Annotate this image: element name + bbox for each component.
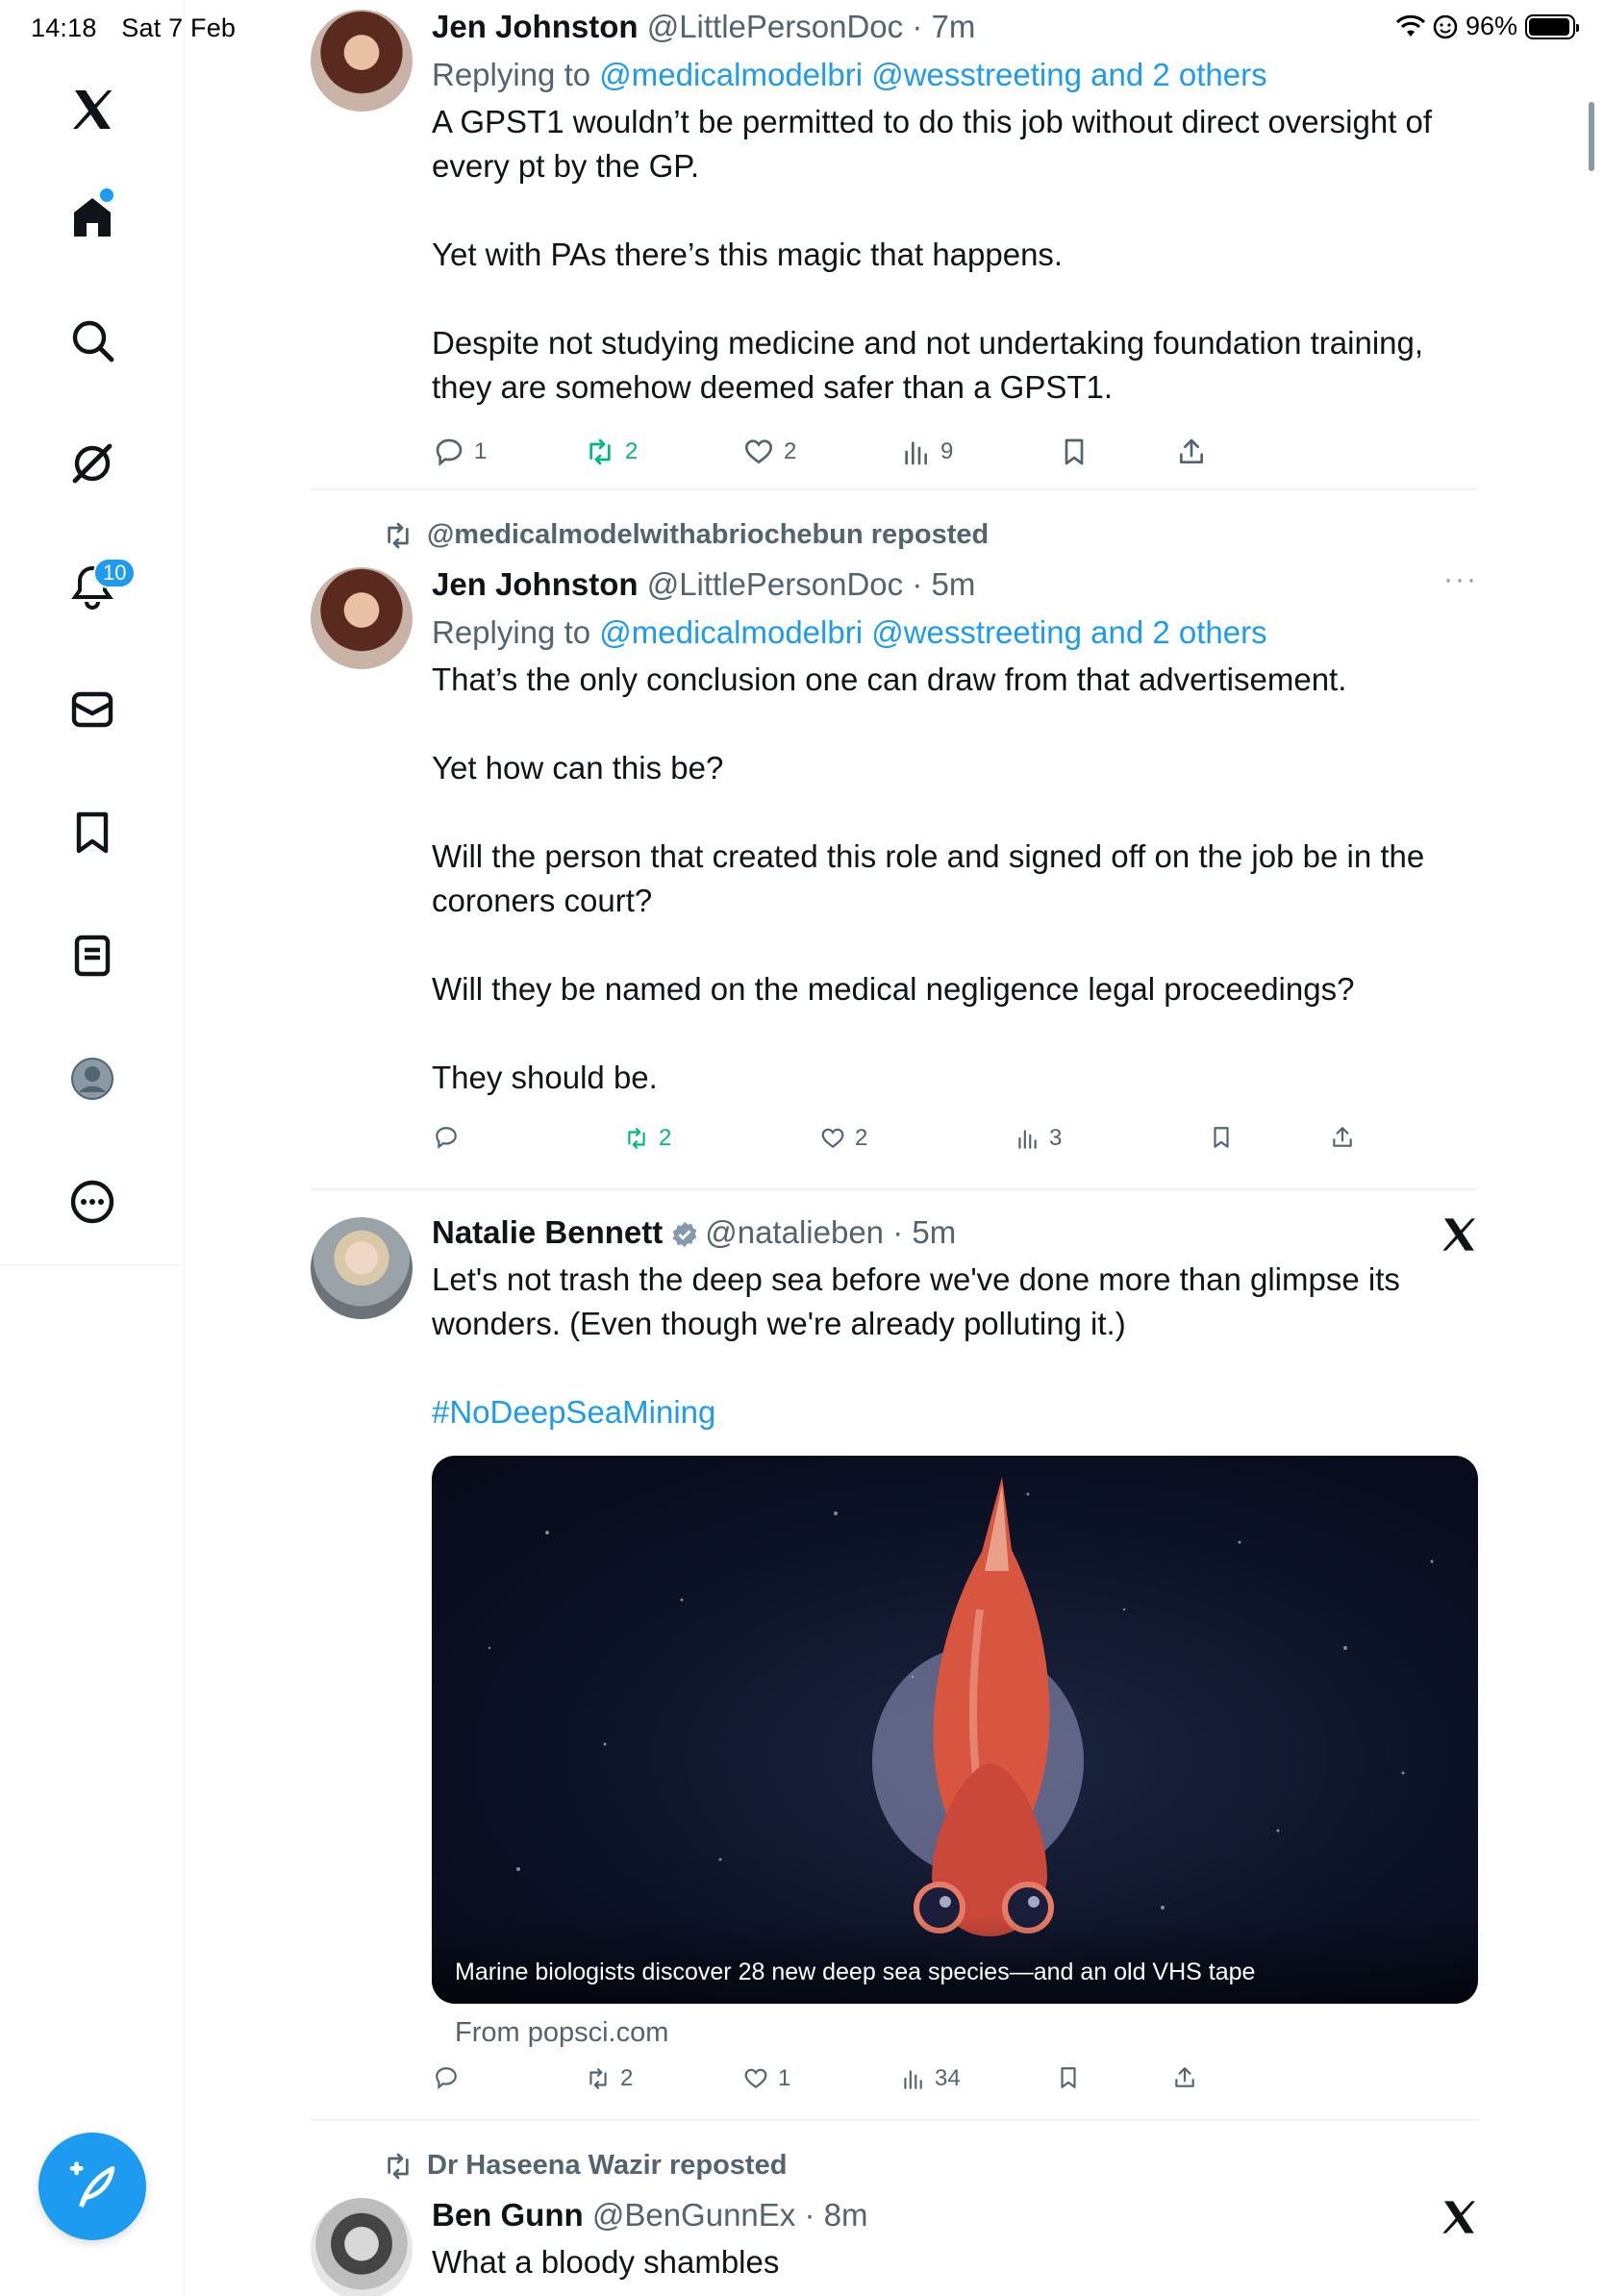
replying-to: Replying to @medicalmodelbri @wesstreeti… (432, 614, 1267, 650)
reply-icon (436, 438, 463, 466)
reply-button[interactable] (434, 2065, 459, 2090)
more-icon[interactable] (63, 1173, 121, 1231)
repost-button[interactable]: 2 (624, 1125, 671, 1152)
reply-icon (436, 2067, 457, 2090)
tweet-divider (311, 2119, 1478, 2121)
tweet[interactable]: Jen Johnston @LittlePersonDoc · 7m Reply… (311, 8, 1478, 469)
repost-button[interactable]: 2 (586, 2065, 633, 2092)
heart-icon (744, 439, 773, 464)
bookmark-button[interactable] (1056, 2065, 1081, 2090)
verified-badge-icon (672, 1222, 697, 1248)
tweet-header: Ben Gunn @BenGunnEx · 8m (432, 2197, 868, 2233)
author-name[interactable]: Natalie Bennett (432, 1214, 663, 1250)
bookmarks-icon[interactable] (63, 804, 121, 861)
bookmark-icon (1061, 2067, 1076, 2088)
avatar[interactable] (311, 1217, 413, 1319)
heart-icon (821, 1128, 844, 1148)
tweet-divider (311, 488, 1478, 490)
like-button[interactable]: 2 (820, 1125, 867, 1152)
tweet-text: That’s the only conclusion one can draw … (432, 661, 1425, 1095)
avatar[interactable] (311, 567, 413, 669)
tweet-time[interactable]: 5m (912, 1214, 956, 1250)
share-icon (1180, 438, 1203, 463)
avatar[interactable] (311, 10, 413, 112)
grok-icon[interactable] (63, 435, 121, 492)
views-icon (1018, 1130, 1037, 1149)
author-handle[interactable]: @BenGunnEx (592, 2197, 795, 2233)
tweet-header: Jen Johnston @LittlePersonDoc · 5m (432, 566, 976, 602)
tweet-text: Let's not trash the deep sea before we'v… (432, 1258, 1480, 1435)
notifications-badge: 10 (93, 558, 137, 588)
repost-icon (388, 522, 409, 548)
replying-to: Replying to @medicalmodelbri @wesstreeti… (432, 57, 1267, 92)
heart-icon (744, 2068, 767, 2088)
avatar[interactable] (311, 2198, 413, 2296)
like-button[interactable]: 1 (743, 2065, 790, 2092)
views-button[interactable]: 9 (900, 437, 953, 467)
bookmark-icon (1065, 438, 1084, 465)
x-logo-icon[interactable] (63, 81, 121, 138)
author-name[interactable]: Ben Gunn (432, 2197, 584, 2233)
views-button[interactable]: 34 (900, 2065, 961, 2092)
tweet-time[interactable]: 5m (931, 566, 975, 602)
author-name[interactable]: Jen Johnston (432, 566, 639, 602)
views-button[interactable]: 3 (1015, 1125, 1062, 1152)
repost-icon (589, 438, 611, 465)
tweet-header: Natalie Bennett @natalieben · 5m (432, 1214, 957, 1250)
share-button[interactable] (1176, 437, 1207, 467)
share-icon (1333, 1127, 1352, 1147)
tweet-header: Jen Johnston @LittlePersonDoc · 7m (432, 9, 976, 44)
tweet-text: What a bloody shambles (432, 2244, 780, 2280)
repost-icon (589, 2068, 607, 2089)
bookmark-button[interactable] (1209, 1125, 1234, 1150)
author-handle[interactable]: @natalieben (705, 1214, 884, 1250)
profile-icon[interactable] (63, 1050, 121, 1108)
hashtag-link[interactable]: #NoDeepSeaMining (432, 1390, 1480, 1435)
tweet[interactable]: Ben Gunn @BenGunnEx · 8m What a bloody s… (311, 2196, 1478, 2296)
link-card-title: Marine biologists discover 28 new deep s… (455, 1959, 1256, 1985)
views-icon (904, 2070, 922, 2089)
lists-icon[interactable] (63, 927, 121, 985)
repost-icon (628, 1128, 645, 1149)
author-handle[interactable]: @LittlePersonDoc (647, 9, 903, 44)
replying-to-link[interactable]: @medicalmodelbri @wesstreeting and 2 oth… (599, 614, 1266, 650)
repost-attribution[interactable]: Dr Haseena Wazir reposted (383, 2150, 787, 2182)
reply-button[interactable] (434, 1125, 459, 1150)
compose-button[interactable] (38, 2133, 146, 2240)
scrollbar-thumb[interactable] (1589, 102, 1594, 171)
tweet[interactable]: Natalie Bennett @natalieben · 5m Let's no… (311, 1213, 1478, 2098)
search-icon[interactable] (63, 312, 121, 369)
share-button[interactable] (1330, 1125, 1355, 1150)
link-card-image[interactable]: Marine biologists discover 28 new deep s… (432, 1456, 1478, 2004)
bookmark-icon (1214, 1127, 1229, 1148)
tweet[interactable]: ··· Jen Johnston @LittlePersonDoc · 5m R… (311, 563, 1478, 1181)
messages-icon[interactable] (63, 681, 121, 738)
tweet-time[interactable]: 7m (931, 9, 975, 44)
like-button[interactable]: 2 (743, 437, 796, 467)
share-icon (1175, 2067, 1194, 2087)
share-button[interactable] (1172, 2065, 1197, 2090)
battery-icon (1525, 13, 1579, 39)
author-handle[interactable]: @LittlePersonDoc (647, 566, 903, 602)
tweet-divider (311, 1188, 1478, 1190)
reply-icon (436, 1127, 457, 1150)
views-icon (905, 441, 927, 465)
author-name[interactable]: Jen Johnston (432, 9, 639, 44)
link-card-source[interactable]: From popsci.com (455, 2017, 668, 2049)
repost-attribution[interactable]: @medicalmodelwithabriochebun reposted (383, 519, 989, 551)
reply-button[interactable]: 1 (434, 437, 487, 467)
repost-icon (388, 2153, 409, 2179)
tweet-text: A GPST1 wouldn’t be permitted to do this… (432, 104, 1433, 405)
tweet-time[interactable]: 8m (824, 2197, 868, 2233)
home-unread-dot (100, 188, 113, 202)
bookmark-button[interactable] (1059, 437, 1090, 467)
replying-to-link[interactable]: @medicalmodelbri @wesstreeting and 2 oth… (599, 57, 1266, 92)
repost-button[interactable]: 2 (585, 437, 638, 467)
compose-icon (69, 2161, 115, 2209)
